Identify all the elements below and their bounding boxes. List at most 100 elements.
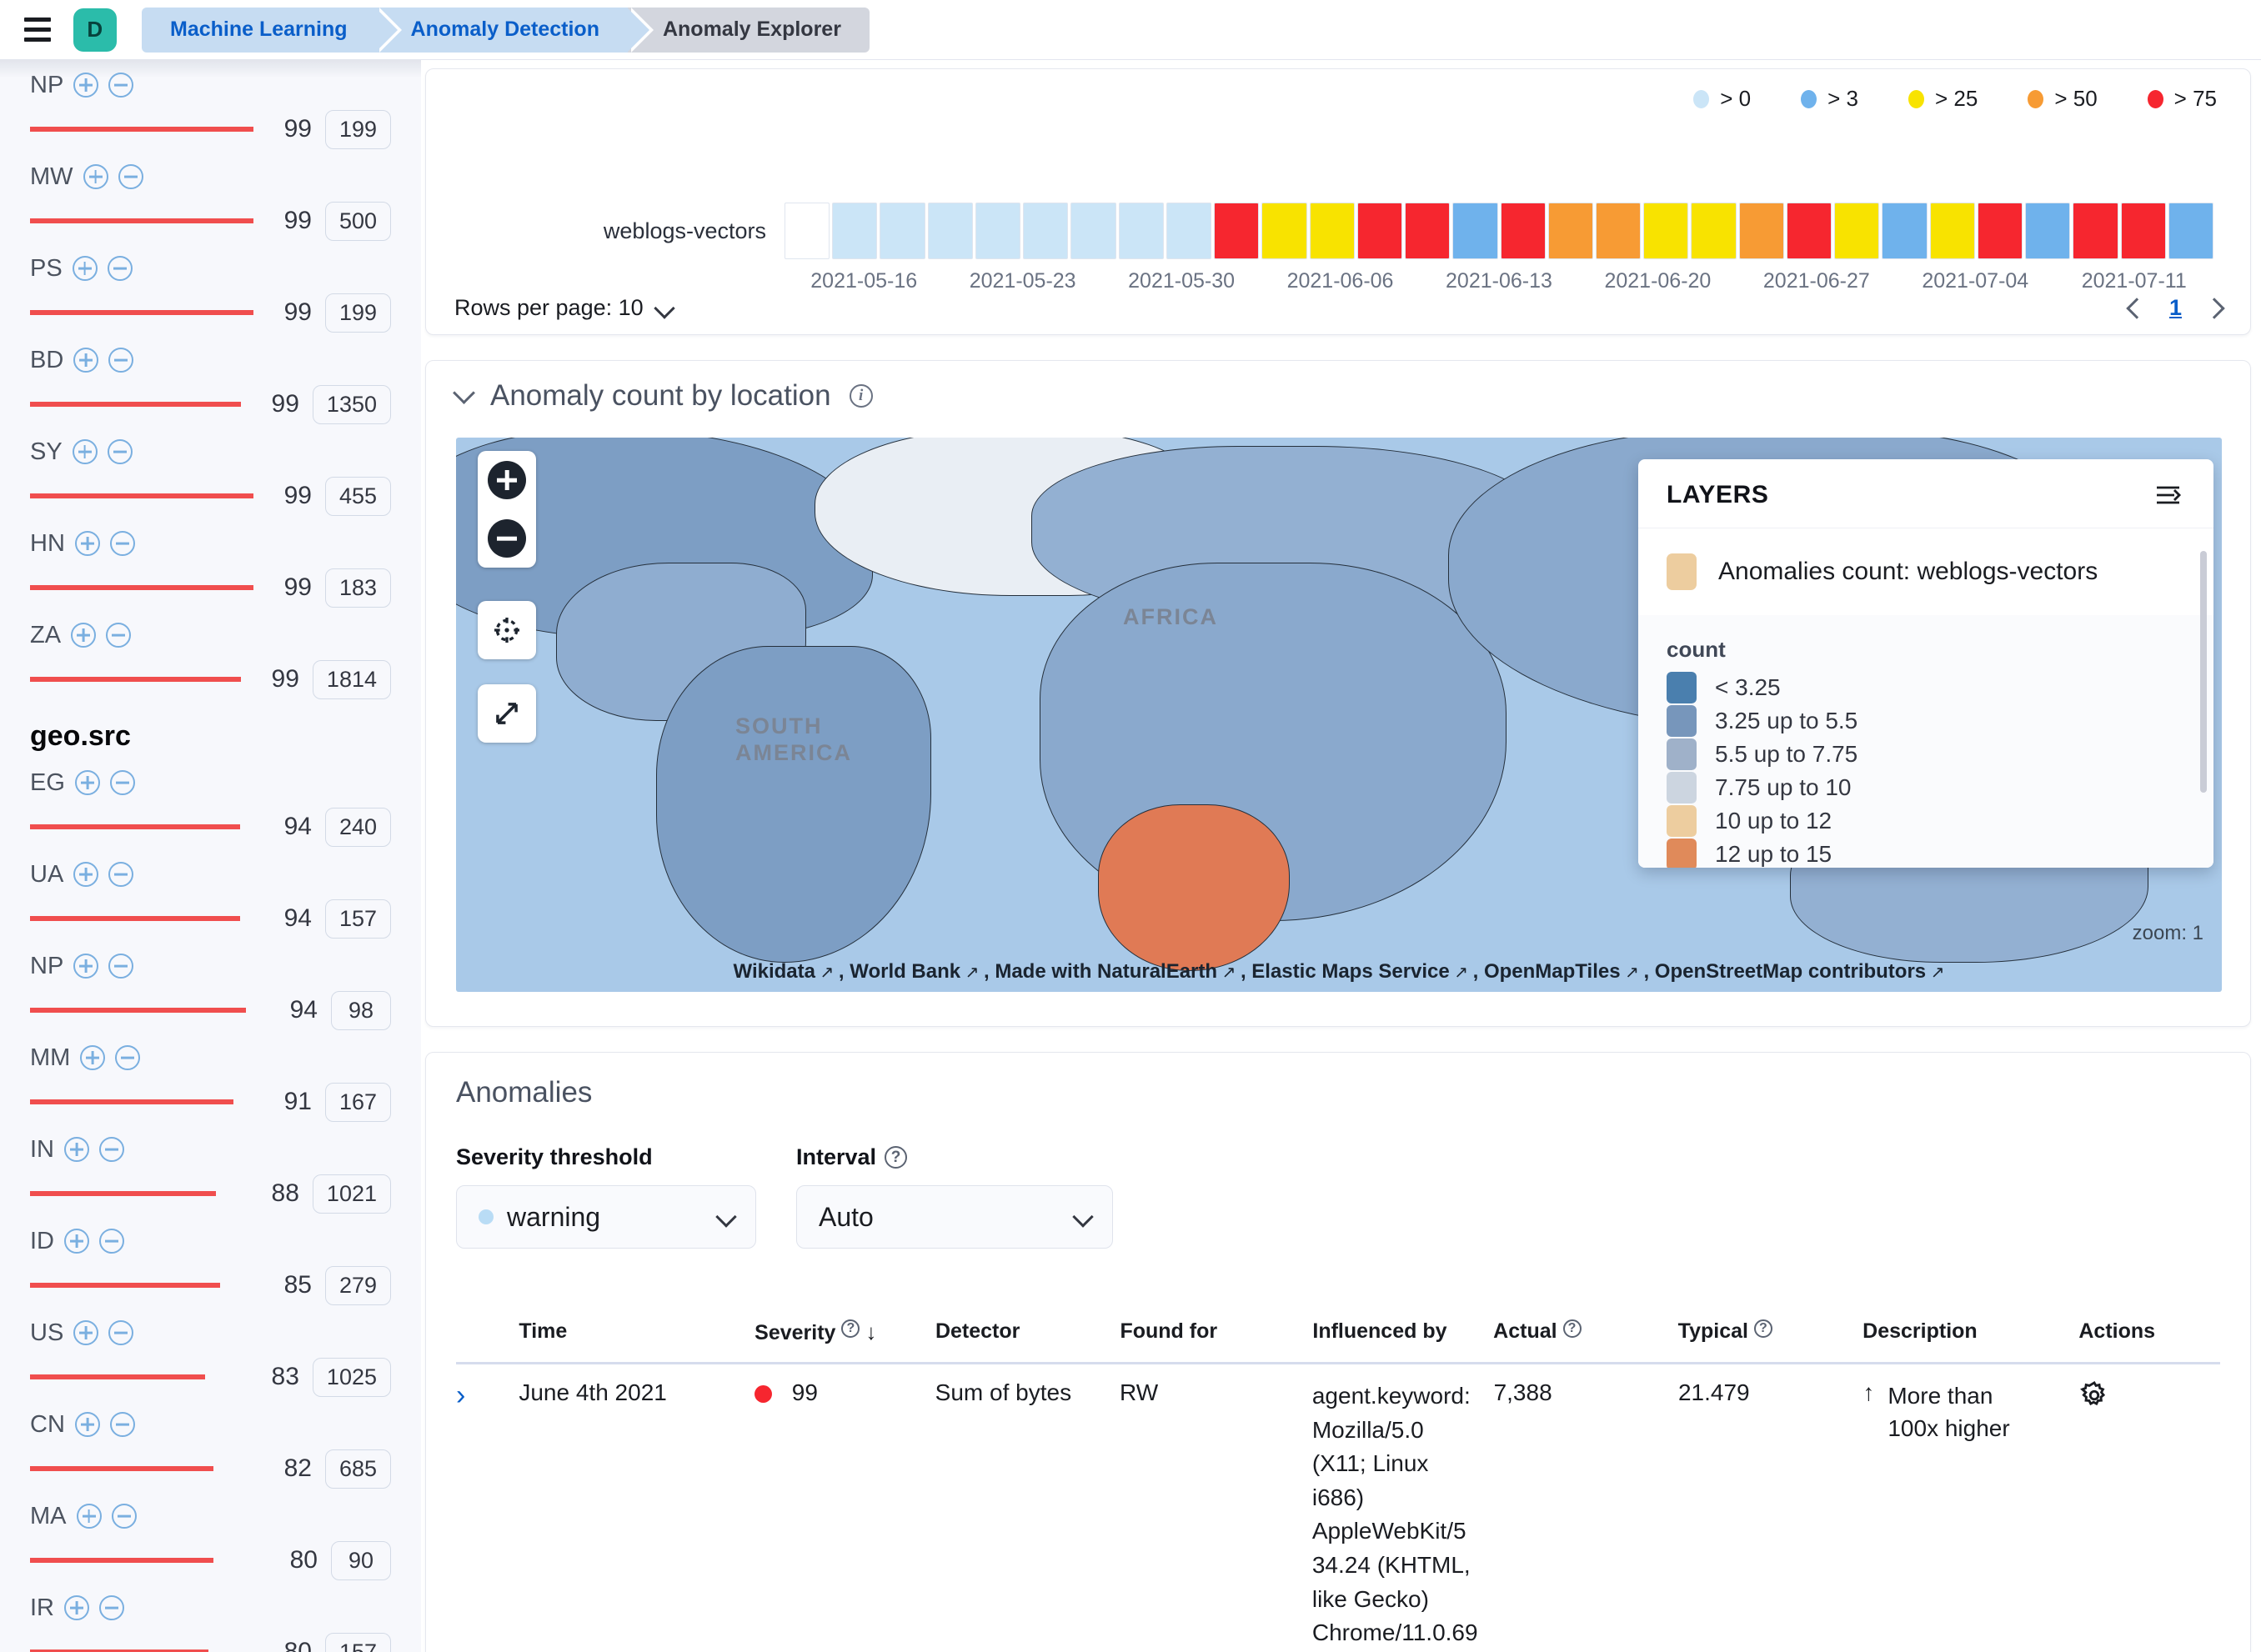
add-filter-icon[interactable]	[64, 1595, 89, 1620]
swimlane-cell[interactable]	[928, 203, 973, 259]
remove-filter-icon[interactable]	[99, 1137, 124, 1162]
swimlane-cell[interactable]	[1357, 203, 1402, 259]
collapse-panel-icon[interactable]	[2153, 483, 2185, 508]
col-actual[interactable]: Actual ?	[1493, 1319, 1678, 1345]
swimlane-cells[interactable]	[785, 203, 2250, 259]
remove-filter-icon[interactable]	[110, 1412, 135, 1437]
page-1-button[interactable]: 1	[2169, 295, 2182, 321]
remove-filter-icon[interactable]	[108, 73, 133, 98]
layer-list-item[interactable]: Anomalies count: weblogs-vectors	[1667, 547, 2185, 615]
remove-filter-icon[interactable]	[108, 1320, 133, 1345]
influencer-item[interactable]: UA94157	[30, 849, 391, 941]
swimlane-cell[interactable]	[832, 203, 877, 259]
map-canvas[interactable]: AFRICA SOUTHAMERICA zoom: 1 Wikidata ↗ ,	[456, 438, 2222, 992]
swimlane-cell[interactable]	[1023, 203, 1068, 259]
attribution-link[interactable]: Wikidata	[734, 960, 815, 983]
influencer-item[interactable]: NP9498	[30, 941, 391, 1033]
add-filter-icon[interactable]	[73, 954, 98, 979]
remove-filter-icon[interactable]	[110, 770, 135, 795]
remove-filter-icon[interactable]	[108, 862, 133, 887]
remove-filter-icon[interactable]	[112, 1504, 137, 1529]
remove-filter-icon[interactable]	[108, 439, 133, 464]
interval-select[interactable]: Auto	[796, 1185, 1113, 1249]
remove-filter-icon[interactable]	[110, 531, 135, 556]
add-filter-icon[interactable]	[83, 164, 108, 189]
attribution-link[interactable]: Elastic Maps Service	[1251, 960, 1449, 983]
swimlane-cell[interactable]	[1452, 203, 1497, 259]
add-filter-icon[interactable]	[64, 1137, 89, 1162]
swimlane-cell[interactable]	[1739, 203, 1784, 259]
help-icon[interactable]: ?	[1754, 1319, 1772, 1338]
add-filter-icon[interactable]	[73, 73, 98, 98]
swimlane-cell[interactable]	[1882, 203, 1927, 259]
swimlane-cell[interactable]	[1643, 203, 1688, 259]
swimlane-cell[interactable]	[1787, 203, 1832, 259]
influencer-item[interactable]: HN99183	[30, 518, 391, 610]
influencers-sidebar[interactable]: NP99199MW99500PS99199BD991350SY99455HN99…	[0, 60, 421, 1652]
rows-per-page-select[interactable]: Rows per page: 10	[454, 295, 672, 321]
add-filter-icon[interactable]	[73, 348, 98, 373]
influencer-item[interactable]: NP99199	[30, 60, 391, 152]
swimlane-cell[interactable]	[1596, 203, 1641, 259]
col-typical[interactable]: Typical ?	[1678, 1319, 1863, 1345]
influencer-item[interactable]: US831025	[30, 1308, 391, 1399]
help-icon[interactable]: ?	[841, 1319, 860, 1338]
swimlane-cell[interactable]	[1166, 203, 1211, 259]
info-icon[interactable]: i	[850, 384, 873, 408]
sort-descending-icon[interactable]: ↓	[865, 1319, 876, 1344]
influencer-item[interactable]: ZA991814	[30, 610, 391, 702]
swimlane-cell[interactable]	[1691, 203, 1736, 259]
add-filter-icon[interactable]	[73, 862, 98, 887]
col-detector[interactable]: Detector	[935, 1319, 1120, 1345]
map-zoom-controls[interactable]	[478, 451, 536, 568]
swimlane-cell[interactable]	[1501, 203, 1546, 259]
add-filter-icon[interactable]	[73, 439, 98, 464]
attribution-link[interactable]: World Bank	[850, 960, 960, 983]
swimlane-cell[interactable]	[1548, 203, 1593, 259]
chevron-right-icon[interactable]	[2203, 298, 2224, 318]
chevron-left-icon[interactable]	[2126, 298, 2147, 318]
swimlane-cell[interactable]	[1214, 203, 1259, 259]
swimlane-cell[interactable]	[2168, 203, 2213, 259]
influencer-item[interactable]: SY99455	[30, 427, 391, 518]
table-row[interactable]: › June 4th 2021 99 Sum of bytes RW agent…	[456, 1364, 2220, 1652]
influencer-item[interactable]: IN881021	[30, 1124, 391, 1216]
swimlane-cell[interactable]	[2121, 203, 2166, 259]
layers-scrollbar[interactable]	[2200, 551, 2207, 793]
remove-filter-icon[interactable]	[108, 348, 133, 373]
swimlane-cell[interactable]	[2073, 203, 2118, 259]
remove-filter-icon[interactable]	[99, 1229, 124, 1254]
zoom-out-button[interactable]	[478, 509, 536, 568]
swimlane-cell[interactable]	[1310, 203, 1355, 259]
add-filter-icon[interactable]	[64, 1229, 89, 1254]
add-filter-icon[interactable]	[71, 623, 96, 648]
add-filter-icon[interactable]	[80, 1045, 105, 1070]
influencer-item[interactable]: MW99500	[30, 152, 391, 243]
breadcrumb-anomaly-explorer[interactable]: Anomaly Explorer	[628, 8, 870, 53]
expand-row-button[interactable]: ›	[456, 1379, 519, 1652]
col-influenced-by[interactable]: Influenced by	[1312, 1319, 1493, 1345]
col-time[interactable]: Time	[519, 1319, 755, 1345]
zoom-in-button[interactable]	[478, 451, 536, 509]
severity-threshold-select[interactable]: warning	[456, 1185, 756, 1249]
add-filter-icon[interactable]	[73, 1320, 98, 1345]
chevron-down-icon[interactable]	[453, 382, 475, 404]
influencer-item[interactable]: IR80157	[30, 1583, 391, 1652]
influencer-item[interactable]: ID85279	[30, 1216, 391, 1308]
add-filter-icon[interactable]	[77, 1504, 102, 1529]
remove-filter-icon[interactable]	[106, 623, 131, 648]
remove-filter-icon[interactable]	[118, 164, 143, 189]
swimlane-cell[interactable]	[1978, 203, 2023, 259]
swimlane-cell[interactable]	[2025, 203, 2070, 259]
swimlane-cell[interactable]	[1930, 203, 1975, 259]
influencer-item[interactable]: PS99199	[30, 243, 391, 335]
remove-filter-icon[interactable]	[108, 256, 133, 281]
help-icon[interactable]: ?	[885, 1146, 907, 1169]
swimlane-cell[interactable]	[1405, 203, 1450, 259]
swimlane-cell[interactable]	[1834, 203, 1879, 259]
swimlane-cell[interactable]	[880, 203, 925, 259]
influencer-item[interactable]: MA8090	[30, 1491, 391, 1583]
swimlane-cell[interactable]	[785, 203, 830, 259]
swimlane-cell[interactable]	[1070, 203, 1115, 259]
avatar[interactable]: D	[73, 8, 117, 52]
